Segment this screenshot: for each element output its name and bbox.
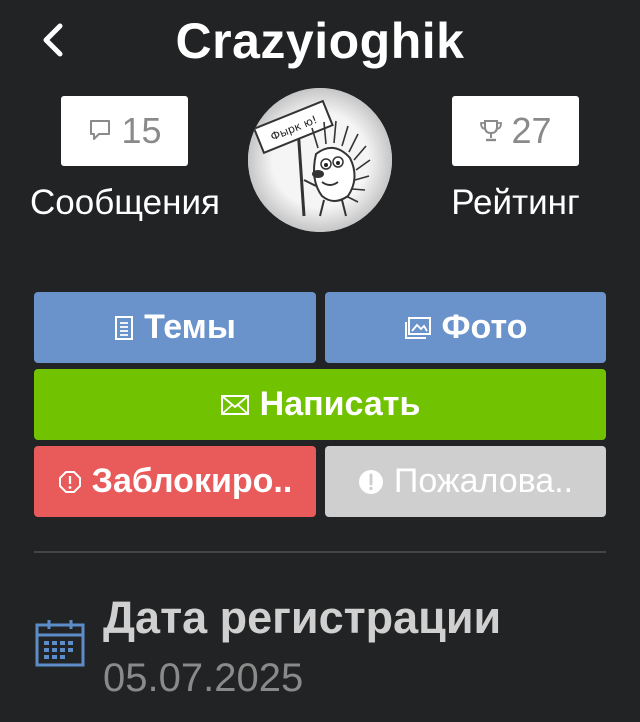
envelope-icon — [220, 394, 249, 415]
photo-button-label: Фото — [441, 308, 528, 346]
topics-button[interactable]: Темы — [34, 292, 316, 363]
speech-bubble-icon — [90, 120, 111, 140]
rating-count-box[interactable]: 27 — [452, 96, 579, 166]
write-message-button[interactable]: Написать — [34, 369, 606, 440]
document-list-icon — [115, 315, 134, 340]
trophy-icon — [480, 120, 503, 142]
page-title: Crazyioghik — [175, 13, 465, 69]
registration-date-value: 05.07.2025 — [103, 656, 304, 700]
exclamation-circle-icon — [358, 469, 383, 494]
calendar-icon — [35, 620, 85, 667]
photo-button[interactable]: Фото — [325, 292, 606, 363]
messages-label: Сообщения — [30, 183, 220, 222]
report-user-button-label: Пожалова.. — [393, 462, 574, 500]
block-octagon-icon — [58, 470, 81, 493]
messages-count: 15 — [121, 110, 162, 151]
rating-label: Рейтинг — [451, 183, 580, 222]
avatar[interactable]: Фырк ю! — [248, 88, 392, 232]
rating-count: 27 — [511, 110, 552, 151]
report-user-button[interactable]: Пожалова.. — [325, 446, 606, 517]
photo-icon — [404, 316, 431, 339]
messages-count-box[interactable]: 15 — [61, 96, 188, 166]
header: Crazyioghik — [0, 0, 640, 84]
block-user-button-label: Заблокиро.. — [91, 462, 293, 500]
divider — [34, 551, 606, 553]
write-message-button-label: Написать — [259, 385, 421, 423]
hedgehog-avatar-image: Фырк ю! — [248, 88, 392, 232]
block-user-button[interactable]: Заблокиро.. — [34, 446, 316, 517]
topics-button-label: Темы — [144, 308, 236, 346]
registration-date-label: Дата регистрации — [103, 592, 502, 643]
